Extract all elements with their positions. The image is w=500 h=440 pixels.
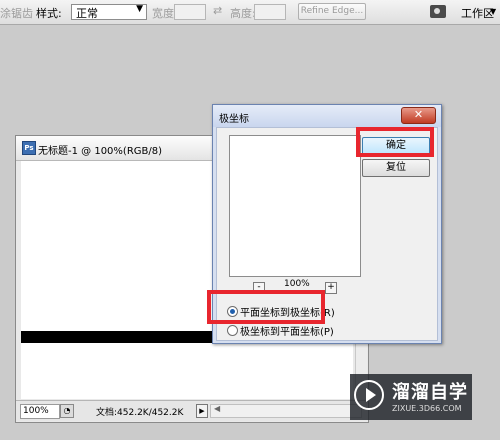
watermark-name: 溜溜自学 [392,382,468,403]
chevron-down-icon: ▼ [136,4,143,14]
photoshop-file-icon: Ps [22,141,36,155]
close-button[interactable]: ✕ [401,107,436,124]
reset-button[interactable]: 复位 [362,159,430,177]
highlight-radio-option [207,290,325,324]
play-icon [354,380,384,410]
dialog-title: 极坐标 [219,114,249,125]
radio-polar-to-rect[interactable]: 极坐标到平面坐标(P) [227,323,334,338]
camera-icon[interactable] [430,5,446,18]
zoom-in-button[interactable]: + [325,282,337,294]
highlight-ok-button [356,127,434,157]
refine-edge-button[interactable]: Refine Edge... [298,3,366,20]
options-bar: 涂锯齿 样式: 正常 ▼ 宽度: ⇄ 高度: Refine Edge... 工作… [0,0,500,25]
scroll-left-icon[interactable]: ◀ [214,404,220,413]
style-select[interactable]: 正常 ▼ [71,4,147,20]
style-label: 样式: [36,7,62,20]
width-field[interactable] [174,4,206,20]
filter-preview[interactable] [229,135,361,277]
watermark-logo: 溜溜自学 ZIXUE.3D66.COM [350,374,472,420]
document-title: 无标题-1 @ 100%(RGB/8) [38,146,163,157]
radio-unselected-icon [227,325,238,336]
swap-icon[interactable]: ⇄ [213,4,222,17]
navigator-icon[interactable]: ◔ [60,404,74,418]
height-label: 高度: [230,7,256,20]
feather-label: 涂锯齿 [0,7,33,20]
height-field[interactable] [254,4,286,20]
status-bar: 100% ◔ 文档:452.2K/452.2K ▶ ◀ [16,400,368,421]
preview-zoom-level: 100% [284,279,310,289]
status-menu-arrow[interactable]: ▶ [196,404,208,418]
document-info: 文档:452.2K/452.2K [96,408,184,418]
zoom-field[interactable]: 100% [20,404,60,419]
horizontal-scrollbar[interactable]: ◀ [210,404,362,418]
radio-polar-to-rect-label: 极坐标到平面坐标(P) [240,327,334,338]
dialog-title-bar[interactable]: 极坐标 ✕ [213,105,441,127]
chevron-down-icon[interactable]: ▼ [490,7,496,16]
watermark-url: ZIXUE.3D66.COM [392,404,462,413]
style-select-value: 正常 [76,7,98,20]
